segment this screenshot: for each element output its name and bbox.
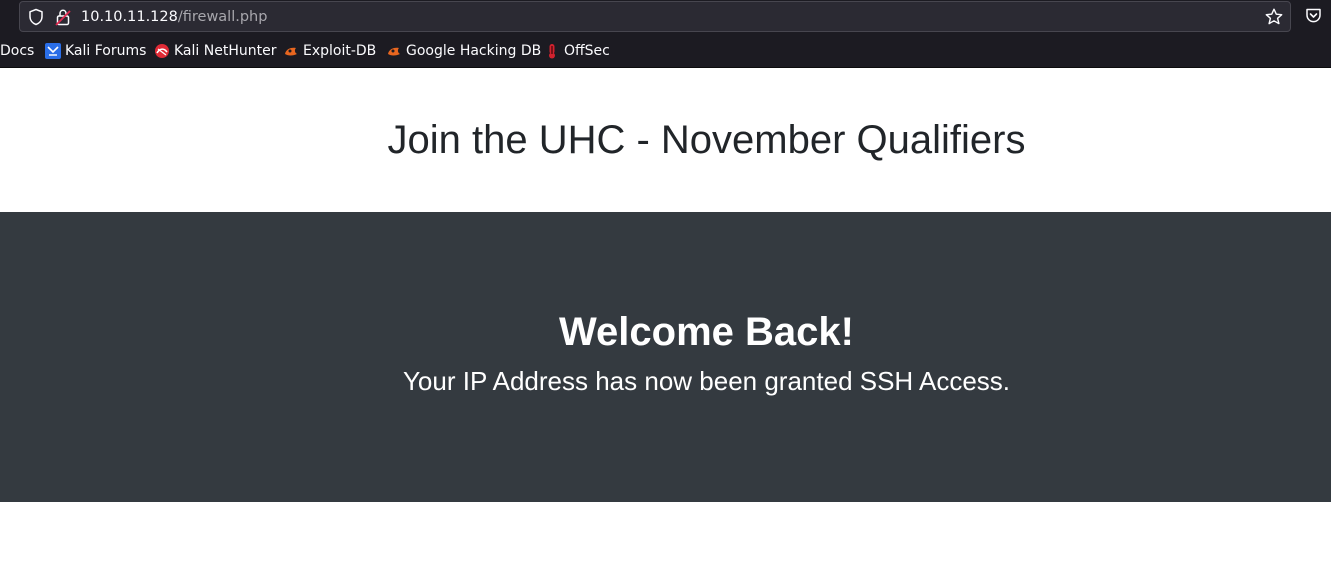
- bookmark-kali-forums[interactable]: Kali Forums: [45, 42, 146, 60]
- kali-forums-icon: [45, 43, 61, 59]
- web-page: Join the UHC - November Qualifiers Welco…: [0, 68, 1331, 574]
- url-path: /firewall.php: [177, 9, 268, 25]
- offsec-icon: [549, 44, 555, 59]
- insecure-lock-icon[interactable]: [55, 8, 71, 26]
- bookmarks-toolbar: Docs Kali Forums Kali NetHunter Exploit-…: [0, 34, 1331, 68]
- page-title: Join the UHC - November Qualifiers: [387, 118, 1026, 162]
- google-hacking-db-icon: [388, 47, 400, 56]
- bookmark-label: Docs: [0, 43, 35, 59]
- browser-toolbar: 10.10.11.128/firewall.php: [0, 0, 1331, 34]
- bookmark-exploit-db[interactable]: Exploit-DB: [283, 42, 376, 60]
- exploit-db-icon: [285, 47, 297, 56]
- bookmark-docs[interactable]: Docs: [0, 42, 34, 60]
- tracking-protection-shield-icon[interactable]: [27, 8, 45, 26]
- ssh-access-message: Your IP Address has now been granted SSH…: [402, 366, 1011, 396]
- bookmark-label: Exploit-DB: [303, 43, 377, 59]
- bookmark-offsec[interactable]: OffSec: [544, 42, 610, 60]
- address-bar[interactable]: 10.10.11.128/firewall.php: [19, 1, 1291, 32]
- bookmark-label: Kali NetHunter: [174, 43, 277, 59]
- bookmark-kali-nethunter[interactable]: Kali NetHunter: [154, 42, 276, 60]
- kali-nethunter-icon: [155, 44, 169, 58]
- bookmark-label: Kali Forums: [65, 43, 147, 59]
- bookmark-google-hacking-db[interactable]: Google Hacking DB: [386, 42, 541, 60]
- bookmark-label: Google Hacking DB: [406, 43, 542, 59]
- bookmark-label: OffSec: [564, 43, 610, 59]
- url-host: 10.10.11.128: [81, 9, 178, 25]
- url-text[interactable]: 10.10.11.128/firewall.php: [81, 8, 267, 26]
- pocket-icon[interactable]: [1305, 7, 1322, 24]
- welcome-banner: Welcome Back! Your IP Address has now be…: [0, 212, 1331, 502]
- welcome-heading: Welcome Back!: [559, 310, 854, 354]
- bookmark-star-icon[interactable]: [1264, 7, 1284, 27]
